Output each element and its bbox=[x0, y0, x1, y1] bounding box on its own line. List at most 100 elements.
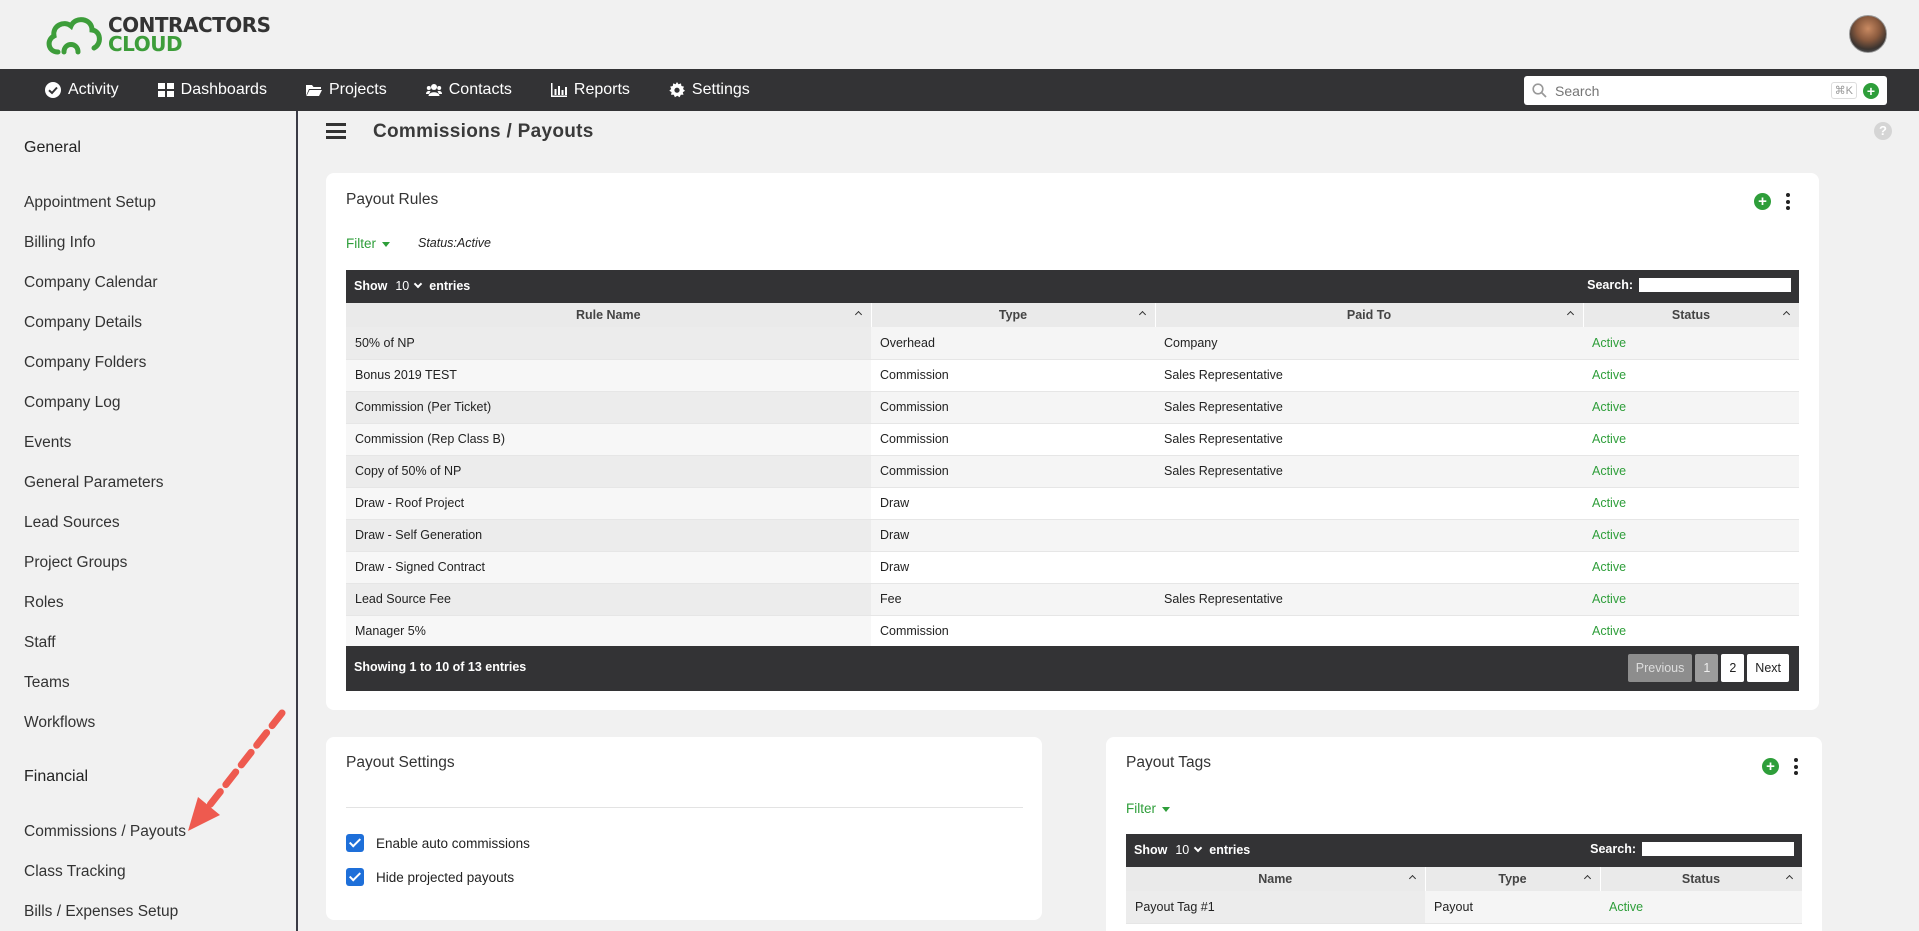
pagination-page-2[interactable]: 2 bbox=[1721, 654, 1745, 682]
nav-settings[interactable]: Settings bbox=[669, 81, 750, 99]
payout-settings-title: Payout Settings bbox=[346, 754, 455, 771]
col-header-type[interactable]: Type bbox=[1425, 867, 1601, 891]
sidebar-item-workflows[interactable]: Workflows bbox=[24, 714, 95, 732]
sidebar-item-general-parameters[interactable]: General Parameters bbox=[24, 474, 164, 492]
nav-contacts[interactable]: Contacts bbox=[425, 81, 512, 99]
sidebar-item-staff[interactable]: Staff bbox=[24, 634, 56, 652]
payout-tags-table: Name Type Status Payout Tag #1 Payout Acti… bbox=[1126, 867, 1803, 924]
table-row[interactable]: Lead Source Fee Fee Sales Representative Ac… bbox=[346, 583, 1799, 616]
sidebar-item-class-tracking[interactable]: Class Tracking bbox=[24, 863, 126, 881]
pagination-next-button[interactable]: Next bbox=[1747, 654, 1789, 682]
tags-more-icon[interactable] bbox=[1793, 758, 1799, 775]
show-label: Show bbox=[354, 279, 388, 293]
rules-filter-dropdown[interactable]: Filter bbox=[346, 236, 390, 251]
sidebar-item-events[interactable]: Events bbox=[24, 434, 71, 452]
sidebar-item-appointment-setup[interactable]: Appointment Setup bbox=[24, 194, 156, 212]
user-avatar[interactable] bbox=[1849, 15, 1887, 53]
sidebar-item-company-calendar[interactable]: Company Calendar bbox=[24, 274, 158, 292]
pagination-page-1[interactable]: 1 bbox=[1695, 654, 1719, 682]
nav-projects[interactable]: Projects bbox=[305, 81, 387, 99]
table-row[interactable]: Payout Tag #1 Payout Active bbox=[1126, 891, 1802, 924]
main-navbar: Activity Dashboards Projects Contacts Re… bbox=[0, 69, 1919, 111]
enable-auto-commissions-checkbox[interactable]: Enable auto commissions bbox=[346, 834, 530, 852]
settings-sidebar: General Appointment Setup Billing Info C… bbox=[0, 111, 298, 931]
page-title: Commissions / Payouts bbox=[373, 121, 594, 142]
brand-line2: CLOUD bbox=[108, 32, 183, 56]
show-label: Show bbox=[1134, 843, 1168, 857]
table-row[interactable]: 50% of NP Overhead Company Active bbox=[346, 327, 1799, 360]
table-row[interactable]: Bonus 2019 TEST Commission Sales Represent… bbox=[346, 359, 1799, 392]
settings-divider bbox=[346, 807, 1023, 808]
page-size-value: 10 bbox=[1175, 843, 1190, 857]
sort-icon bbox=[1408, 874, 1416, 883]
col-header-type[interactable]: Type bbox=[871, 303, 1156, 327]
tags-table-toolbar: Show 10 entries Search: bbox=[1126, 834, 1802, 867]
page-size-value: 10 bbox=[395, 279, 410, 293]
menu-toggle-icon[interactable] bbox=[326, 123, 346, 139]
table-row[interactable]: Draw - Self Generation Draw Active bbox=[346, 519, 1799, 552]
payout-rules-card: Payout Rules + Filter Status:Active Show… bbox=[326, 173, 1819, 710]
nav-reports[interactable]: Reports bbox=[550, 81, 630, 99]
col-header-status[interactable]: Status bbox=[1583, 303, 1800, 327]
help-icon[interactable]: ? bbox=[1874, 122, 1892, 140]
sidebar-item-billing-info[interactable]: Billing Info bbox=[24, 234, 96, 252]
global-search-input[interactable] bbox=[1555, 82, 1831, 99]
table-row[interactable]: Commission (Rep Class B) Commission Sales … bbox=[346, 423, 1799, 456]
caret-down-icon bbox=[382, 241, 390, 247]
nav-label: Settings bbox=[691, 81, 750, 98]
table-row[interactable]: Draw - Signed Contract Draw Active bbox=[346, 551, 1799, 584]
entries-label: entries bbox=[1209, 843, 1251, 857]
table-row[interactable]: Manager 5% Commission Active bbox=[346, 615, 1799, 648]
tags-search-input[interactable] bbox=[1642, 842, 1794, 856]
col-header-rule-name[interactable]: Rule Name bbox=[346, 303, 872, 327]
quick-add-icon[interactable]: + bbox=[1863, 82, 1879, 99]
search-icon bbox=[1532, 83, 1547, 98]
table-row[interactable]: Draw - Roof Project Draw Active bbox=[346, 487, 1799, 520]
sidebar-heading-general: General bbox=[24, 139, 81, 156]
sidebar-item-project-groups[interactable]: Project Groups bbox=[24, 554, 127, 572]
users-icon bbox=[425, 84, 442, 96]
sidebar-heading-financial: Financial bbox=[24, 768, 89, 785]
rules-pagination: Previous 1 2 Next bbox=[1627, 654, 1789, 682]
rules-search-input[interactable] bbox=[1639, 278, 1791, 292]
sidebar-item-roles[interactable]: Roles bbox=[24, 594, 64, 612]
tags-page-size-select[interactable]: 10 bbox=[1175, 843, 1203, 857]
col-header-paid-to[interactable]: Paid To bbox=[1155, 303, 1584, 327]
checkbox-label: Enable auto commissions bbox=[376, 835, 530, 851]
table-row[interactable]: Copy of 50% of NP Commission Sales Represe… bbox=[346, 455, 1799, 488]
sort-icon bbox=[1566, 310, 1574, 319]
payout-tags-card: Payout Tags + Filter Show 10 entries Sea… bbox=[1106, 737, 1822, 931]
nav-dashboards[interactable]: Dashboards bbox=[157, 81, 267, 99]
sidebar-item-company-log[interactable]: Company Log bbox=[24, 394, 121, 412]
add-rule-icon[interactable]: + bbox=[1754, 193, 1771, 210]
nav-label: Dashboards bbox=[180, 81, 267, 98]
sidebar-item-teams[interactable]: Teams bbox=[24, 674, 70, 692]
rules-more-icon[interactable] bbox=[1785, 193, 1791, 210]
check-circle-icon bbox=[45, 82, 61, 98]
nav-activity[interactable]: Activity bbox=[45, 81, 119, 99]
rules-page-size-select[interactable]: 10 bbox=[395, 279, 423, 293]
table-row[interactable]: Commission (Per Ticket) Commission Sales R… bbox=[346, 391, 1799, 424]
brand-logo[interactable]: CONTRACTORS CLOUD bbox=[44, 14, 271, 56]
sidebar-item-company-details[interactable]: Company Details bbox=[24, 314, 142, 332]
chevron-down-icon bbox=[414, 279, 423, 289]
tags-filter-dropdown[interactable]: Filter bbox=[1126, 801, 1170, 816]
global-search: ⌘K + bbox=[1524, 76, 1887, 105]
page-header: Commissions / Payouts ? bbox=[298, 111, 1919, 155]
sidebar-item-company-folders[interactable]: Company Folders bbox=[24, 354, 146, 372]
checkbox-label: Hide projected payouts bbox=[376, 869, 515, 885]
sort-icon bbox=[1583, 874, 1591, 883]
hide-projected-payouts-checkbox[interactable]: Hide projected payouts bbox=[346, 868, 514, 886]
sidebar-item-bills-expenses-setup[interactable]: Bills / Expenses Setup bbox=[24, 903, 178, 921]
col-header-status[interactable]: Status bbox=[1600, 867, 1803, 891]
folder-icon bbox=[305, 85, 322, 96]
cloud-logo-icon bbox=[46, 17, 102, 55]
sort-icon bbox=[1138, 310, 1146, 319]
sidebar-item-lead-sources[interactable]: Lead Sources bbox=[24, 514, 120, 532]
pagination-previous-button[interactable]: Previous bbox=[1627, 654, 1693, 682]
col-header-name[interactable]: Name bbox=[1126, 867, 1426, 891]
add-tag-icon[interactable]: + bbox=[1762, 758, 1779, 775]
bar-chart-icon bbox=[550, 83, 567, 97]
rules-table-toolbar: Show 10 entries Search: bbox=[346, 270, 1799, 303]
sidebar-item-commissions-payouts[interactable]: Commissions / Payouts bbox=[24, 823, 186, 841]
